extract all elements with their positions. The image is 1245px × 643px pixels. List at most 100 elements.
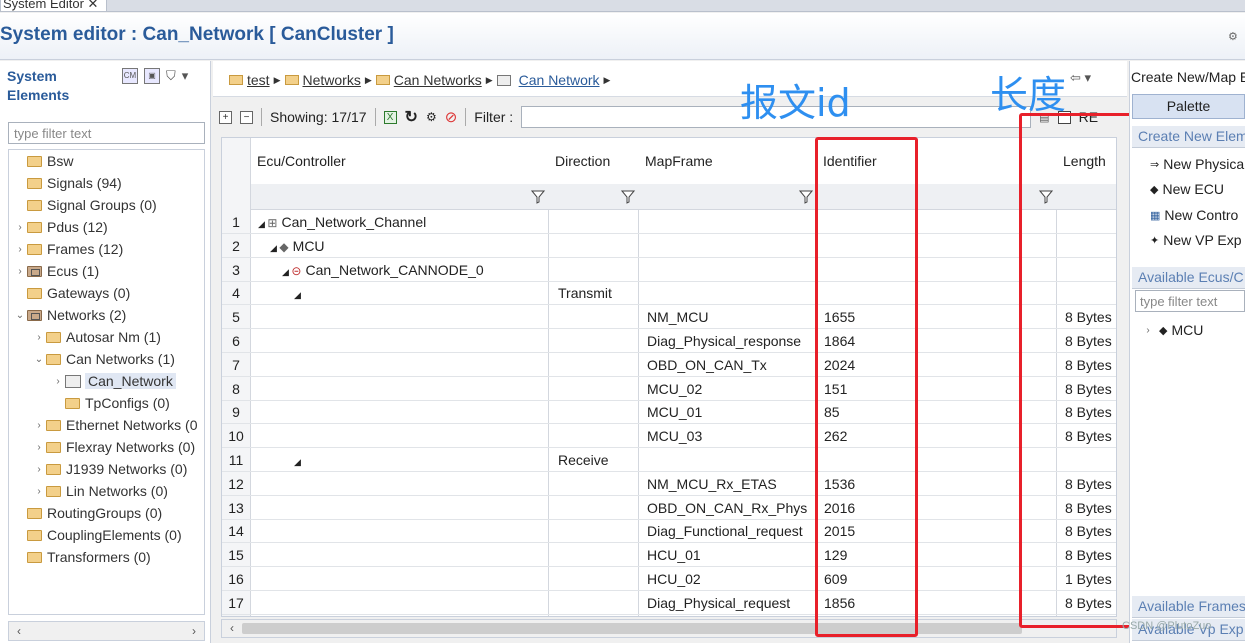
table-row[interactable]: 6 Diag_Physical_response 1864 8 Bytes: [222, 329, 1116, 353]
tree-item[interactable]: Signal Groups (0): [13, 194, 157, 216]
table-row[interactable]: 15 HCU_01 129 8 Bytes: [222, 543, 1116, 568]
palette-header[interactable]: Palette: [1132, 94, 1245, 119]
tree-item[interactable]: CouplingElements (0): [13, 524, 182, 546]
table-row[interactable]: 13 OBD_ON_CAN_Rx_Phys 2016 8 Bytes: [222, 496, 1116, 520]
table-row[interactable]: 17 Diag_Physical_request 1856 8 Bytes: [222, 591, 1116, 615]
expand-arrow-icon[interactable]: ◢: [270, 243, 279, 253]
back-arrow-icon[interactable]: ⇦ ▾: [1070, 70, 1091, 86]
view-menu-chevron-icon[interactable]: ▾: [182, 68, 189, 84]
funnel-icon[interactable]: [531, 190, 545, 204]
expand-arrow-icon[interactable]: ◢: [294, 290, 301, 300]
chevron-down-icon[interactable]: ⌄: [13, 310, 27, 321]
chevron-right-icon[interactable]: ›: [32, 420, 46, 431]
scroll-left-icon[interactable]: ‹: [224, 620, 240, 636]
tree-item-label: Pdus (12): [47, 219, 108, 235]
filter-cell-ecu[interactable]: [251, 184, 549, 210]
tree-item[interactable]: › Flexray Networks (0): [32, 436, 195, 458]
breadcrumb-item-can-network[interactable]: Can Network: [496, 72, 600, 88]
tree-item[interactable]: › Pdus (12): [13, 216, 108, 238]
funnel-icon[interactable]: [621, 190, 635, 204]
table-row[interactable]: 8 MCU_02 151 8 Bytes: [222, 377, 1116, 401]
scroll-left-icon[interactable]: ‹: [11, 623, 27, 639]
vp-icon: ✦: [1150, 234, 1160, 247]
chevron-right-icon[interactable]: ›: [32, 486, 46, 497]
tree-filter-input[interactable]: type filter text: [8, 122, 205, 144]
header-direction[interactable]: Direction: [549, 138, 639, 185]
table-row[interactable]: 7 OBD_ON_CAN_Tx 2024 8 Bytes: [222, 353, 1116, 377]
expand-all-icon[interactable]: +: [219, 110, 232, 124]
filter-funnel-icon[interactable]: ⛉: [166, 68, 176, 84]
palette-item-new-physical[interactable]: ⇒ New Physica: [1150, 153, 1244, 175]
tree-item[interactable]: › J1939 Networks (0): [32, 458, 187, 480]
table-row[interactable]: 9 MCU_01 85 8 Bytes: [222, 400, 1116, 425]
palette-item-new-controller[interactable]: ▦ New Contro: [1150, 204, 1238, 226]
tree-item[interactable]: › Can_Network: [51, 370, 176, 392]
tree-item[interactable]: › Autosar Nm (1): [32, 326, 161, 348]
table-row[interactable]: 12 NM_MCU_Rx_ETAS 1536 8 Bytes: [222, 472, 1116, 496]
tab-system-editor[interactable]: System Editor ✕: [0, 0, 108, 12]
tree-item[interactable]: Signals (94): [13, 172, 122, 194]
expand-arrow-icon[interactable]: ◢: [282, 267, 291, 277]
settings-icon[interactable]: ⚙: [426, 110, 437, 124]
create-new-section[interactable]: Create New Elem: [1132, 126, 1245, 148]
tree-item[interactable]: › Frames (12): [13, 238, 123, 260]
expand-arrow-icon[interactable]: ◢: [294, 457, 301, 467]
breadcrumb-item-can-networks[interactable]: Can Networks: [375, 72, 482, 88]
table-row[interactable]: 5 NM_MCU 1655 8 Bytes: [222, 305, 1116, 330]
table-row[interactable]: 11 ◢ Receive: [222, 448, 1116, 472]
collapse-all-icon[interactable]: −: [240, 110, 253, 124]
tree-item-label: RoutingGroups (0): [47, 505, 163, 521]
clear-filter-icon[interactable]: ⊘: [445, 108, 458, 126]
header-ecu[interactable]: Ecu/Controller: [251, 138, 549, 185]
tree-hscrollbar[interactable]: ‹ ›: [8, 621, 205, 641]
tree-item[interactable]: Bsw: [13, 150, 73, 172]
chevron-right-icon[interactable]: ›: [13, 266, 27, 277]
chevron-right-icon[interactable]: ›: [32, 332, 46, 343]
table-row[interactable]: 3 ◢ ⊝ Can_Network_CANNODE_0: [222, 258, 1116, 282]
chevron-right-icon[interactable]: ›: [13, 222, 27, 233]
tree-item-label: Signal Groups (0): [47, 197, 157, 213]
header-mapframe[interactable]: MapFrame: [639, 138, 817, 185]
collapse-icon[interactable]: ▣: [144, 68, 160, 84]
expand-arrow-icon[interactable]: ◢: [258, 219, 267, 229]
table-row[interactable]: 4 ◢ Transmit: [222, 281, 1116, 306]
tree-item[interactable]: › Ethernet Networks (0: [32, 414, 197, 436]
refresh-icon[interactable]: ↻: [405, 107, 418, 127]
palette-item-new-ecu[interactable]: ◆ New ECU: [1150, 178, 1224, 200]
tree-item[interactable]: RoutingGroups (0): [13, 502, 162, 524]
breadcrumb-item-networks[interactable]: Networks: [284, 72, 361, 88]
table-row[interactable]: 2 ◢ ◆ MCU: [222, 234, 1116, 258]
chevron-right-icon[interactable]: ›: [32, 464, 46, 475]
available-frames-section[interactable]: Available Frames: [1132, 596, 1245, 618]
palette-item-new-vp[interactable]: ✦ New VP Exp: [1150, 229, 1242, 251]
scroll-right-icon[interactable]: ›: [186, 623, 202, 639]
table-row[interactable]: 14 Diag_Functional_request 2015 8 Bytes: [222, 519, 1116, 544]
funnel-icon[interactable]: [799, 190, 813, 204]
breadcrumb-item-test[interactable]: test: [229, 72, 270, 88]
tree-item[interactable]: › Lin Networks (0): [32, 480, 168, 502]
tree-item[interactable]: Gateways (0): [13, 282, 130, 304]
available-ecu-mcu[interactable]: › ◆ MCU: [1141, 319, 1203, 341]
chevron-down-icon[interactable]: ⌄: [32, 354, 46, 365]
filter-cell-mapframe[interactable]: [639, 184, 817, 210]
tree-item[interactable]: Transformers (0): [13, 546, 151, 568]
table-hscrollbar[interactable]: ‹: [221, 619, 1117, 638]
tree-item[interactable]: › Ecus (1): [13, 260, 99, 282]
chevron-right-icon[interactable]: ›: [51, 376, 65, 387]
table-row[interactable]: 10 MCU_03 262 8 Bytes: [222, 424, 1116, 449]
table-row[interactable]: 1 ◢ ⊞ Can_Network_Channel: [222, 210, 1116, 234]
available-ecus-section[interactable]: Available Ecus/C: [1132, 267, 1245, 289]
ecu-filter-input[interactable]: type filter text: [1135, 290, 1245, 312]
excel-export-icon[interactable]: X: [383, 110, 397, 124]
view-menu-icon[interactable]: ⚙: [1228, 30, 1241, 43]
table-row[interactable]: 16 HCU_02 609 1 Bytes: [222, 567, 1116, 591]
tree-item[interactable]: ⌄ Networks (2): [13, 304, 127, 326]
tree-item[interactable]: TpConfigs (0): [51, 392, 170, 414]
tree-item-label: Bsw: [47, 153, 74, 169]
watermark: CSDN @PlutoZuo: [1122, 620, 1212, 632]
chevron-right-icon[interactable]: ›: [13, 244, 27, 255]
chevron-right-icon[interactable]: ›: [32, 442, 46, 453]
can-matrix-icon[interactable]: CM: [122, 68, 138, 84]
ecu-label: Can_Network_CANNODE_0: [305, 261, 484, 278]
tree-item[interactable]: ⌄ Can Networks (1): [32, 348, 175, 370]
